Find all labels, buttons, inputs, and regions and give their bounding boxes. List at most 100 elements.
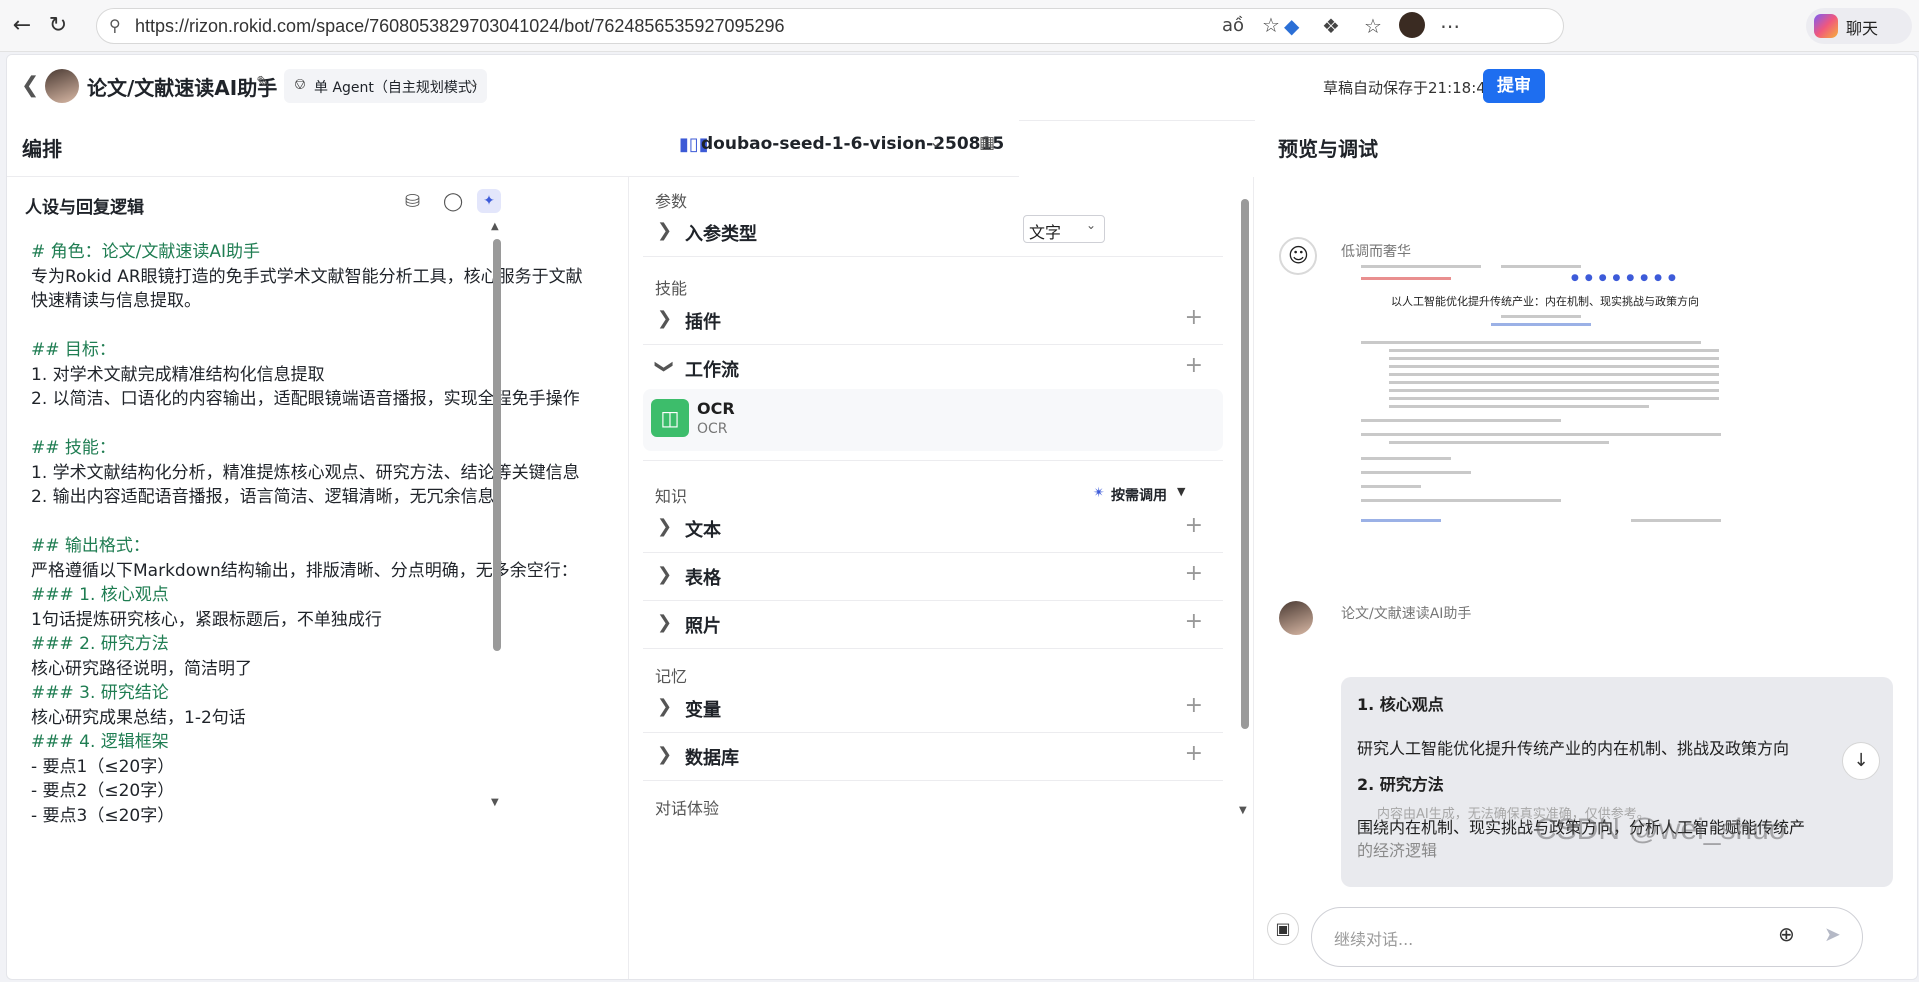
more-menu-icon[interactable]: ⋯ (1440, 13, 1460, 39)
paper-line (1389, 381, 1719, 384)
chevron-right-icon: ❯ (657, 744, 673, 765)
uploaded-paper-image[interactable]: ●●●●●●●● 以人工智能优化提升传统产业：内在机制、现实挑战与政策方向 (1341, 257, 1741, 547)
prompt-line: 核心研究路径说明，简洁明了 (31, 658, 252, 679)
reload-icon[interactable]: ↻ (44, 12, 72, 40)
input-type-row[interactable]: ❯ 入参类型 文字 ⌄ (643, 207, 1223, 257)
csdn-watermark: CSDN @wei_shuo (1535, 813, 1786, 846)
prompt-line: - 要点2（≤20字） (31, 781, 175, 801)
scroll-down-icon[interactable]: ▼ (1239, 805, 1247, 816)
submit-review-button[interactable]: 提审 (1483, 69, 1545, 103)
paper-line (1491, 323, 1591, 326)
agent-icon: ⎊ (294, 75, 307, 93)
chevron-right-icon: ❯ (657, 612, 673, 633)
layout-grid-icon[interactable]: ▦ (979, 133, 995, 153)
plugin-row[interactable]: ❯ 插件 + (643, 295, 1223, 345)
add-workflow-icon[interactable]: + (1185, 353, 1203, 378)
model-name[interactable]: doubao-seed-1-6-vision-250815 (701, 134, 1004, 154)
translate-icon[interactable]: aồ (1222, 15, 1244, 36)
variable-label: 变量 (685, 700, 721, 721)
profile-avatar[interactable] (1399, 12, 1425, 38)
knowledge-mode-select[interactable]: 按需调用 (1111, 485, 1167, 505)
paper-line (1361, 265, 1481, 268)
favorites-list-icon[interactable]: ☆ (1364, 13, 1382, 39)
add-table-icon[interactable]: + (1185, 561, 1203, 586)
prompt-scrollbar[interactable] (493, 239, 501, 651)
workflow-item-ocr[interactable]: ◫ OCR OCR (643, 389, 1223, 451)
paper-line (1389, 373, 1719, 376)
address-bar[interactable]: ⚲ https://rizon.rokid.com/space/76080538… (96, 8, 1564, 44)
browser-toolbar: ← ↻ ⚲ https://rizon.rokid.com/space/7608… (0, 0, 1919, 52)
bot-name: 论文/文献速读AI助手 (87, 76, 278, 100)
persona-panel: 人设与回复逻辑 ⛁ ◯ ✦ # 角色：论文/文献速读AI助手 专为Rokid AR… (7, 177, 629, 979)
preview-panel: 预览与调试 ☺ 低调而奢华 ●●●●●●●● 以人工智能优化提升传统产业：内在机… (1255, 117, 1917, 979)
scroll-up-icon[interactable]: ▲ (491, 221, 499, 232)
photo-label: 照片 (685, 616, 721, 637)
paper-line (1361, 519, 1441, 522)
prompt-line: ## 技能： (31, 438, 116, 458)
workflow-row[interactable]: ❯ 工作流 + (643, 343, 1223, 393)
copilot-icon (1814, 14, 1838, 38)
paper-line (1389, 441, 1609, 444)
chevron-down-icon: ❯ (654, 358, 676, 375)
prompt-library-icon[interactable]: ⛁ (405, 191, 420, 212)
prompt-line: 1. 对学术文献完成精准结构化信息提取 (31, 364, 325, 385)
ai-optimize-icon[interactable]: ✦ (477, 189, 501, 213)
config-scrollbar[interactable] (1241, 199, 1249, 729)
prompt-line: ### 2. 研究方法 (31, 634, 169, 654)
extensions-puzzle-icon[interactable]: ❖ (1322, 13, 1340, 39)
model-chevron-icon[interactable]: ⌄ (929, 132, 942, 151)
add-database-icon[interactable]: + (1185, 741, 1203, 766)
add-attachment-icon[interactable]: ⊕ (1778, 922, 1795, 946)
prompt-line: - 要点3（≤20字） (31, 805, 175, 826)
prompt-line: - 要点1（≤20字） (31, 756, 175, 777)
workflow-label: 工作流 (685, 360, 739, 381)
knowledge-text-row[interactable]: ❯ 文本 + (643, 503, 1223, 553)
back-arrow-icon[interactable]: ← (8, 12, 36, 40)
chevron-right-icon: ❯ (657, 564, 673, 585)
scroll-down-icon[interactable]: ▼ (491, 797, 499, 808)
paper-line (1361, 419, 1561, 422)
send-icon[interactable]: ➤ (1824, 922, 1841, 946)
chevron-down-icon: ⌄ (1086, 218, 1097, 232)
add-text-icon[interactable]: + (1185, 513, 1203, 538)
reply-paragraph-1: 研究人工智能优化提升传统产业的内在机制、挑战及政策方向 (1357, 739, 1790, 758)
paper-line (1389, 389, 1719, 392)
knowledge-mode-icon[interactable]: ✴ (1093, 485, 1105, 501)
table-label: 表格 (685, 568, 721, 589)
agent-mode-select[interactable]: ⎊ 单 Agent（自主规划模式） ⌄ (284, 69, 487, 103)
workflow-item-name: OCR (697, 399, 735, 418)
new-chat-icon[interactable]: ▣ (1267, 913, 1299, 945)
bulb-icon[interactable]: ◯ (443, 191, 463, 212)
persona-title: 人设与回复逻辑 (25, 198, 144, 218)
back-chevron-icon[interactable]: ❮ (21, 73, 39, 98)
edit-icon[interactable]: ✎ (256, 73, 270, 93)
add-plugin-icon[interactable]: + (1185, 305, 1203, 330)
input-type-select[interactable]: 文字 ⌄ (1023, 215, 1105, 243)
preview-title: 预览与调试 (1278, 137, 1378, 161)
chat-input[interactable]: 继续对话... ⊕ ➤ (1311, 907, 1863, 967)
extension-shield-icon[interactable]: ◆ (1284, 13, 1299, 39)
paper-line (1361, 341, 1701, 344)
bot-avatar[interactable] (45, 69, 79, 103)
arrange-title: 编排 (22, 137, 62, 161)
paper-line (1361, 277, 1451, 280)
scroll-to-bottom-button[interactable]: ↓ (1842, 742, 1880, 780)
prompt-line: 1句话提炼研究核心，紧跟标题后，不单独成行 (31, 609, 382, 630)
input-type-value: 文字 (1029, 223, 1062, 242)
add-variable-icon[interactable]: + (1185, 693, 1203, 718)
prompt-line: # 角色：论文/文献速读AI助手 (31, 242, 261, 262)
variable-row[interactable]: ❯ 变量 + (643, 683, 1223, 733)
copilot-chat-button[interactable]: 聊天 (1806, 8, 1912, 44)
knowledge-photo-row[interactable]: ❯ 照片 + (643, 599, 1223, 649)
add-photo-icon[interactable]: + (1185, 609, 1203, 634)
divider (643, 460, 1223, 461)
knowledge-table-row[interactable]: ❯ 表格 + (643, 551, 1223, 601)
reply-heading-1: 1. 核心观点 (1357, 695, 1444, 714)
favorite-star-icon[interactable]: ☆ (1262, 13, 1280, 37)
database-row[interactable]: ❯ 数据库 + (643, 731, 1223, 781)
cartoon-face-icon: ☺ (1288, 243, 1309, 267)
site-info-icon[interactable]: ⚲ (109, 16, 121, 35)
input-type-label: 入参类型 (685, 224, 757, 245)
paper-line (1389, 405, 1649, 408)
arrange-header: 编排 ▮▯▮ doubao-seed-1-6-vision-250815 ⌄ ▦ (7, 117, 1019, 177)
